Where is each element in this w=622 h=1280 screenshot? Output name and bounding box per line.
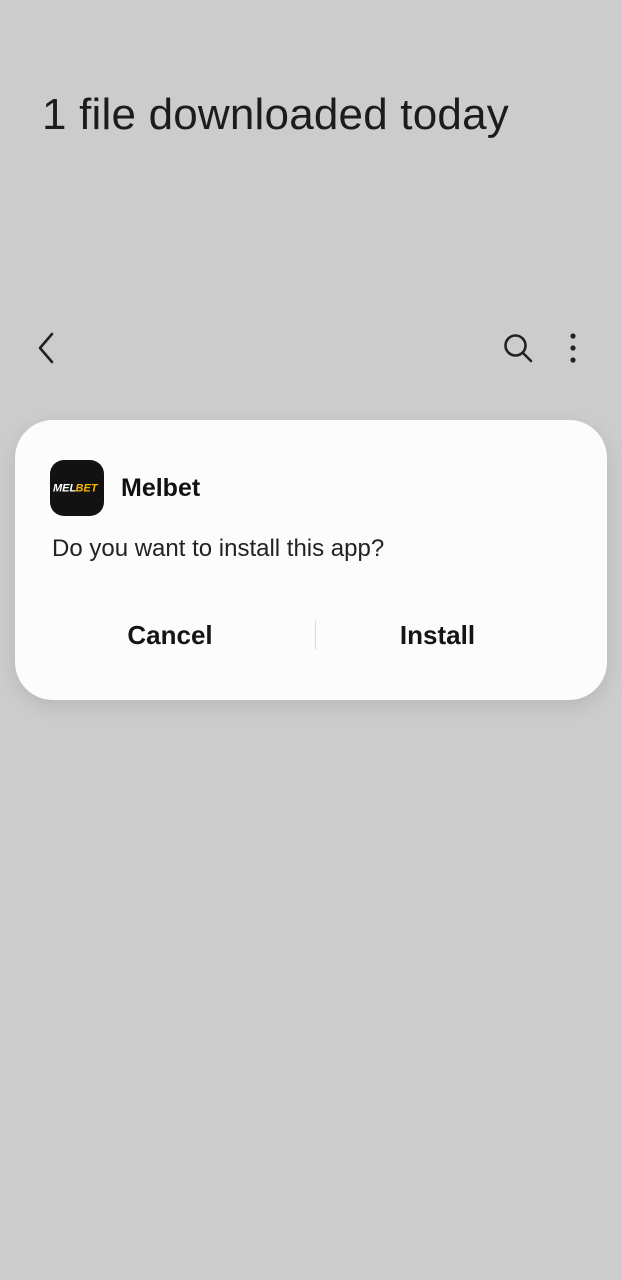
app-info-row: MEL BET Melbet — [50, 460, 200, 516]
page-title: 1 file downloaded today — [42, 90, 509, 139]
dialog-actions: Cancel Install — [15, 610, 607, 660]
install-dialog: MEL BET Melbet Do you want to install th… — [15, 420, 607, 700]
logo-text-bet: BET — [76, 483, 99, 495]
screen: 1 file downloaded today MEL BET Melbet D… — [0, 0, 622, 1280]
install-button[interactable]: Install — [320, 610, 555, 660]
search-icon — [504, 334, 533, 363]
action-divider — [315, 620, 316, 650]
more-options-button[interactable] — [551, 326, 595, 370]
more-vertical-icon — [570, 333, 576, 363]
chevron-left-icon — [38, 332, 54, 364]
logo-text-mel: MEL — [53, 483, 77, 495]
search-button[interactable] — [496, 326, 540, 370]
back-button[interactable] — [25, 326, 69, 370]
melbet-logo-icon: MEL BET — [50, 460, 104, 516]
app-name: Melbet — [121, 473, 201, 502]
install-question: Do you want to install this app? — [52, 535, 385, 562]
cancel-button[interactable]: Cancel — [50, 610, 290, 660]
melbet-logo-graphic: MEL BET — [53, 483, 99, 495]
